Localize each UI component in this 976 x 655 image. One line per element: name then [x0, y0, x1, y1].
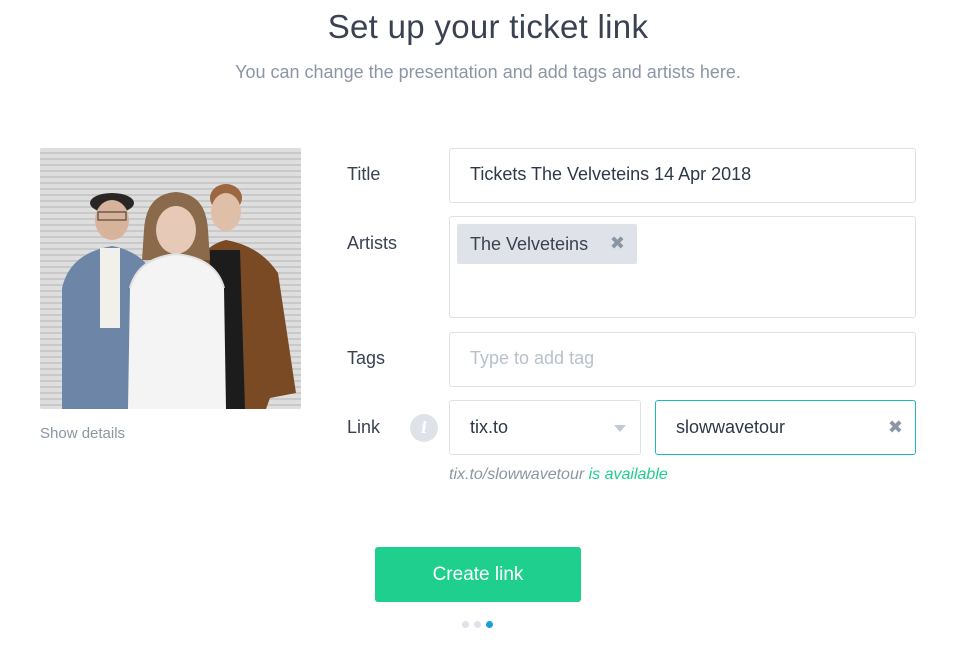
step-dot-1: [462, 621, 469, 628]
show-details-link[interactable]: Show details: [40, 425, 125, 442]
tags-label: Tags: [347, 348, 386, 368]
availability-url: tix.to/slowwavetour: [449, 466, 585, 483]
step-dot-2: [474, 621, 481, 628]
artists-label: Artists: [347, 233, 398, 253]
ticket-link-setup-page: Set up your ticket link You can change t…: [0, 0, 976, 655]
artist-chip-label: The Velveteins: [470, 234, 589, 254]
slug-input[interactable]: slowwavetour ✖: [655, 400, 916, 455]
remove-artist-icon[interactable]: ✖: [610, 233, 625, 254]
clear-slug-icon[interactable]: ✖: [888, 417, 903, 438]
title-input[interactable]: Tickets The Velveteins 14 Apr 2018: [449, 148, 916, 203]
chevron-down-icon: [614, 425, 626, 432]
tags-input[interactable]: Type to add tag: [449, 332, 916, 387]
step-dot-3: [486, 621, 493, 628]
slug-input-value: slowwavetour: [676, 417, 786, 437]
domain-select[interactable]: tix.to: [449, 400, 641, 455]
page-subtitle: You can change the presentation and add …: [235, 62, 741, 82]
band-photo-illustration: [40, 148, 301, 409]
link-label: Link: [347, 417, 381, 437]
title-label: Title: [347, 164, 381, 184]
event-photo: [40, 148, 301, 409]
domain-select-value: tix.to: [470, 417, 509, 437]
availability-status: is available: [588, 466, 668, 483]
artist-chip: The Velveteins ✖: [457, 224, 637, 264]
tags-placeholder: Type to add tag: [470, 348, 595, 368]
availability-message: tix.to/slowwavetour is available: [449, 466, 668, 484]
artists-input[interactable]: The Velveteins ✖: [449, 216, 916, 318]
info-icon[interactable]: i: [410, 414, 438, 442]
page-title: Set up your ticket link: [327, 8, 649, 45]
create-link-button[interactable]: Create link: [375, 547, 581, 602]
title-input-value: Tickets The Velveteins 14 Apr 2018: [470, 164, 752, 184]
